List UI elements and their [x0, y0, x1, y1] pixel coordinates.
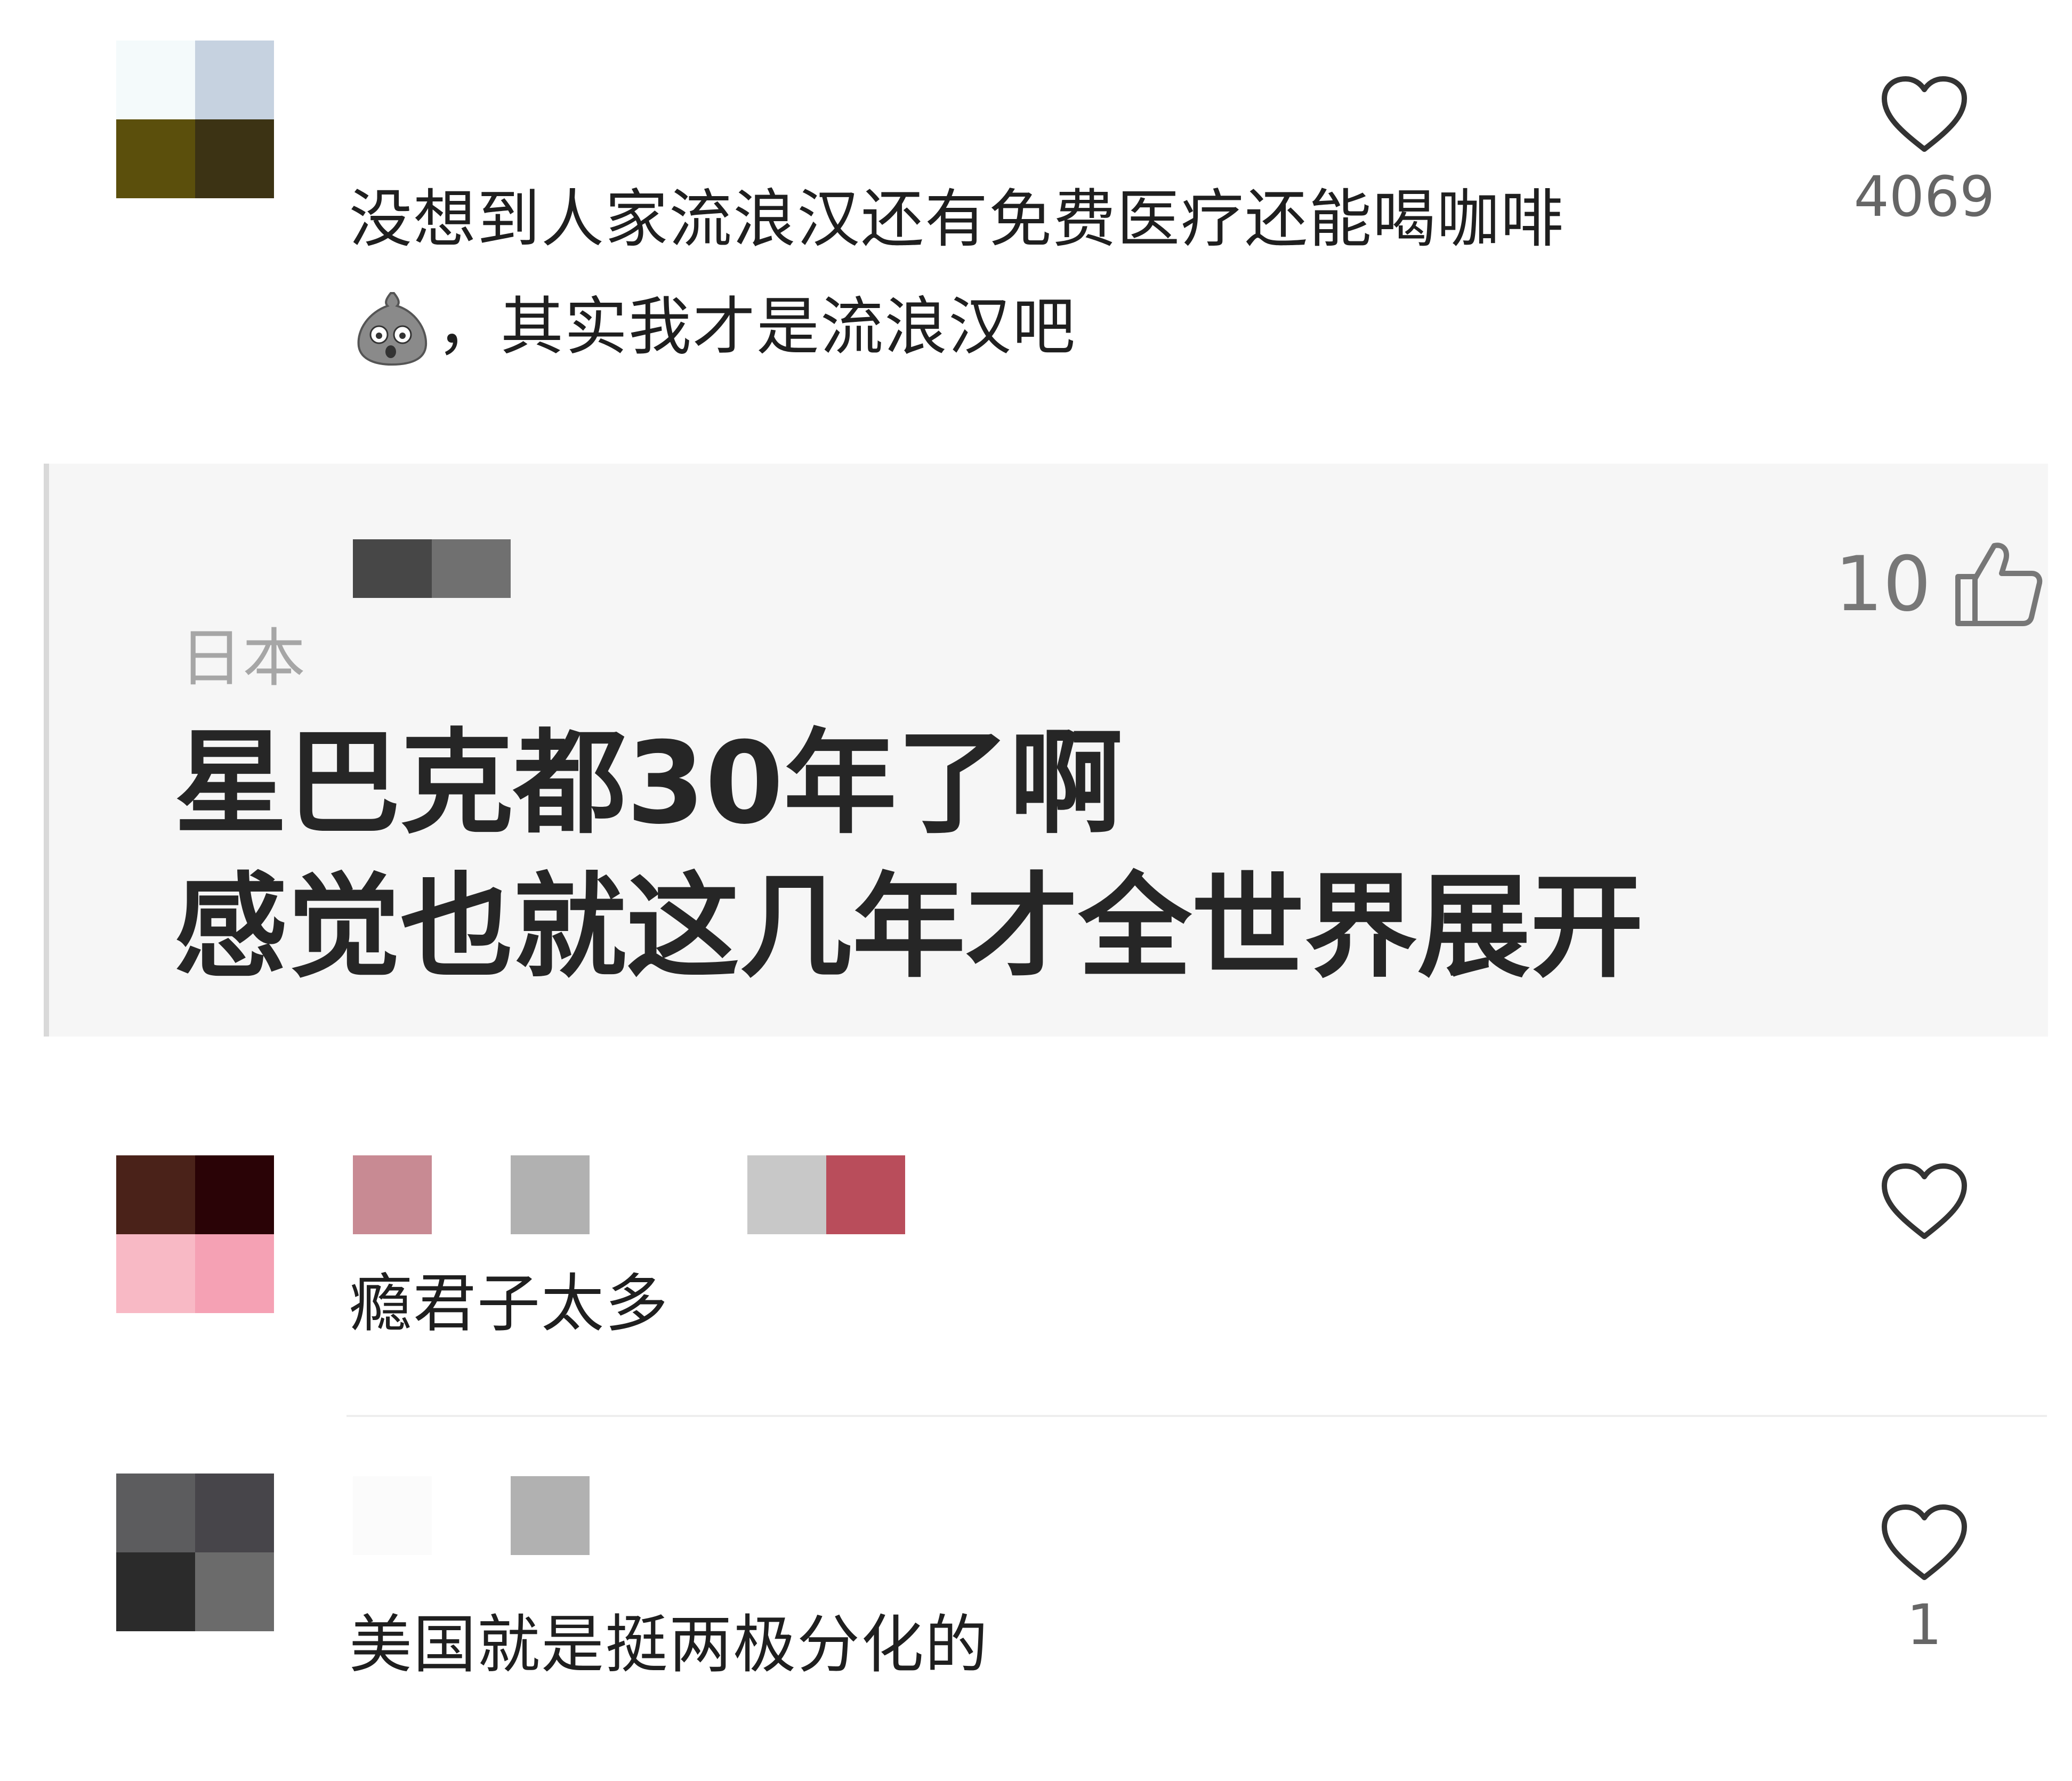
comment-text-line: ，其实我才是流浪汉吧 — [349, 273, 1565, 381]
comment-text: 瘾君子太多 — [349, 1267, 670, 1340]
sack-emoji-icon — [349, 287, 434, 367]
like-button[interactable] — [1834, 1162, 2015, 1249]
avatar-pixel — [116, 1155, 195, 1234]
heart-icon[interactable] — [1879, 1503, 1970, 1585]
username-pixel — [511, 1476, 590, 1555]
thumbs-up-icon[interactable] — [1953, 538, 2043, 631]
quote-text: 星巴克都30年了啊 感觉也就这几年才全世界展开 — [174, 711, 1643, 999]
avatar[interactable] — [116, 41, 274, 198]
avatar-pixel — [195, 119, 274, 198]
heart-icon[interactable] — [1879, 1162, 1970, 1244]
username[interactable] — [353, 1476, 590, 1555]
username-pixel — [747, 1155, 826, 1234]
username-pixel — [432, 1155, 511, 1234]
avatar-pixel — [195, 1155, 274, 1234]
avatar-pixel — [116, 41, 195, 119]
username[interactable] — [353, 539, 511, 598]
avatar[interactable] — [116, 1474, 274, 1631]
comment-text-line: 没想到人家流浪汉还有免费医疗还能喝咖啡 — [349, 182, 1565, 256]
like-button[interactable]: 4069 — [1834, 75, 2015, 231]
divider — [346, 1415, 2047, 1417]
comment-text-line-2: ，其实我才是流浪汉吧 — [437, 290, 1077, 363]
username-pixel — [511, 1155, 590, 1234]
heart-icon[interactable] — [1879, 75, 1970, 157]
avatar-pixel — [195, 1474, 274, 1552]
username-pixel — [353, 1155, 432, 1234]
avatar[interactable] — [116, 1155, 274, 1313]
like-count: 10 — [1835, 540, 1931, 628]
username-pixel — [432, 539, 511, 598]
quote-text-line: 星巴克都30年了啊 — [174, 717, 1123, 849]
comment-text: 美国就是挺两极分化的 — [349, 1608, 989, 1681]
location-label: 日本 — [180, 621, 306, 695]
username-pixel — [432, 1476, 511, 1555]
avatar-pixel — [116, 1474, 195, 1552]
avatar-pixel — [116, 119, 195, 198]
avatar-pixel — [195, 1552, 274, 1631]
quote-text-line: 感觉也就这几年才全世界展开 — [174, 861, 1643, 993]
username-pixel — [826, 1155, 905, 1234]
avatar-pixel — [116, 1552, 195, 1631]
like-count: 4069 — [1853, 164, 1995, 229]
username[interactable] — [353, 1155, 905, 1234]
avatar-pixel — [195, 41, 274, 119]
avatar-pixel — [195, 1234, 274, 1313]
avatar-pixel — [116, 1234, 195, 1313]
username-pixel — [353, 1476, 432, 1555]
like-count: 1 — [1906, 1592, 1942, 1657]
username-pixel — [353, 539, 432, 598]
quoted-post[interactable]: 日本 星巴克都30年了啊 感觉也就这几年才全世界展开 10 — [44, 464, 2048, 1037]
like-button[interactable]: 10 — [1835, 538, 2043, 631]
like-button[interactable]: 1 — [1834, 1503, 2015, 1659]
username-pixel — [590, 1155, 668, 1234]
username-pixel — [668, 1155, 747, 1234]
comment-text: 没想到人家流浪汉还有免费医疗还能喝咖啡 ，其实我才是流浪汉吧 — [349, 165, 1565, 381]
